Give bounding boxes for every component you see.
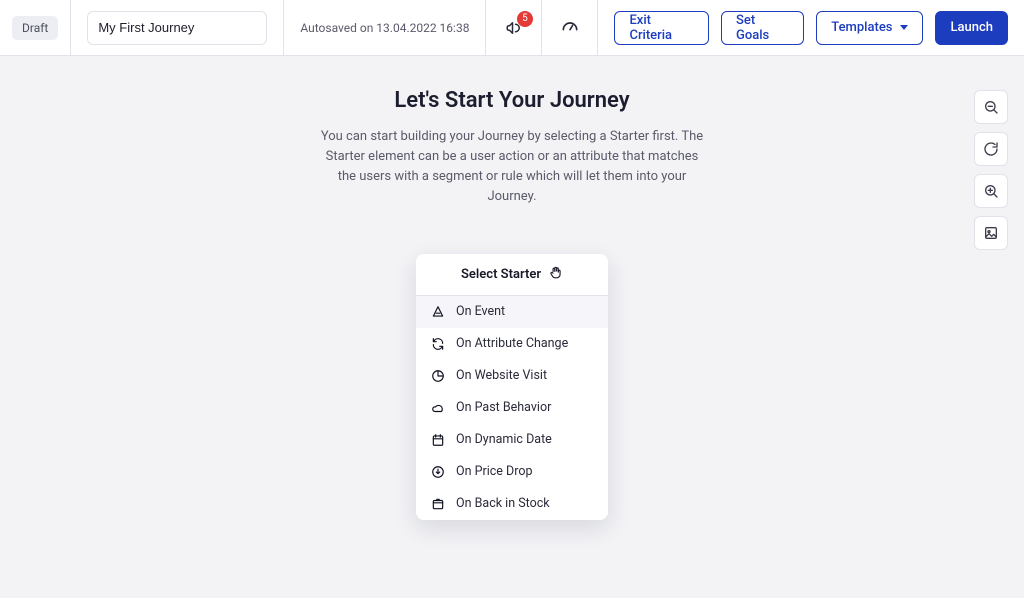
starter-option-label: On Dynamic Date bbox=[456, 432, 552, 447]
starter-option-on-event[interactable]: On Event bbox=[416, 296, 608, 328]
starter-option-label: On Back in Stock bbox=[456, 496, 550, 511]
event-icon bbox=[430, 304, 446, 320]
set-goals-label: Set Goals bbox=[736, 13, 789, 43]
export-image-button[interactable] bbox=[974, 216, 1008, 250]
canvas: Let's Start Your Journey You can start b… bbox=[0, 56, 1024, 598]
zoom-in-button[interactable] bbox=[974, 174, 1008, 208]
templates-button[interactable]: Templates bbox=[816, 11, 923, 45]
starter-header[interactable]: Select Starter bbox=[416, 254, 608, 296]
starter-option-on-price-drop[interactable]: On Price Drop bbox=[416, 456, 608, 488]
exit-criteria-label: Exit Criteria bbox=[629, 13, 694, 43]
cloud-icon bbox=[430, 400, 446, 416]
reset-view-button[interactable] bbox=[974, 132, 1008, 166]
journey-name-cell bbox=[71, 0, 284, 55]
exit-criteria-button[interactable]: Exit Criteria bbox=[614, 11, 709, 45]
notifications-button[interactable]: 5 bbox=[505, 19, 523, 37]
zoom-out-button[interactable] bbox=[974, 90, 1008, 124]
top-bar: Draft Autosaved on 13.04.2022 16:38 5 bbox=[0, 0, 1024, 56]
journey-name-input[interactable] bbox=[87, 11, 267, 45]
starter-option-label: On Website Visit bbox=[456, 368, 547, 383]
starter-option-on-back-in-stock[interactable]: On Back in Stock bbox=[416, 488, 608, 520]
page-title: Let's Start Your Journey bbox=[0, 88, 1024, 113]
speed-cell bbox=[542, 0, 598, 55]
starter-option-on-attribute-change[interactable]: On Attribute Change bbox=[416, 328, 608, 360]
top-actions: Exit Criteria Set Goals Templates Launch bbox=[598, 0, 1024, 55]
zoom-out-icon bbox=[983, 99, 999, 115]
canvas-toolstrip bbox=[974, 90, 1008, 250]
starter-list: On Event On Attribute Change bbox=[416, 296, 608, 520]
starter-card: Select Starter On Event bbox=[416, 254, 608, 520]
box-icon bbox=[430, 496, 446, 512]
status-badge: Draft bbox=[12, 16, 58, 40]
starter-header-label: Select Starter bbox=[461, 267, 541, 282]
starter-option-label: On Event bbox=[456, 304, 505, 319]
intro: Let's Start Your Journey You can start b… bbox=[0, 56, 1024, 208]
calendar-icon bbox=[430, 432, 446, 448]
starter-option-label: On Attribute Change bbox=[456, 336, 568, 351]
price-drop-icon bbox=[430, 464, 446, 480]
notification-count-badge: 5 bbox=[517, 11, 533, 27]
pie-chart-icon bbox=[430, 368, 446, 384]
templates-label: Templates bbox=[831, 20, 892, 35]
refresh-icon bbox=[983, 141, 999, 157]
zoom-in-icon bbox=[983, 183, 999, 199]
starter-option-on-past-behavior[interactable]: On Past Behavior bbox=[416, 392, 608, 424]
notifications-cell: 5 bbox=[486, 0, 542, 55]
autosave-cell: Autosaved on 13.04.2022 16:38 bbox=[284, 0, 486, 55]
starter-option-label: On Past Behavior bbox=[456, 400, 551, 415]
page-subtitle: You can start building your Journey by s… bbox=[317, 127, 707, 208]
grab-icon bbox=[549, 265, 563, 283]
launch-button[interactable]: Launch bbox=[935, 11, 1008, 45]
starter-option-label: On Price Drop bbox=[456, 464, 533, 479]
starter-option-on-dynamic-date[interactable]: On Dynamic Date bbox=[416, 424, 608, 456]
launch-label: Launch bbox=[950, 20, 993, 35]
status-cell: Draft bbox=[0, 0, 71, 55]
chevron-down-icon bbox=[900, 25, 908, 30]
gauge-icon[interactable] bbox=[560, 18, 580, 38]
starter-option-on-website-visit[interactable]: On Website Visit bbox=[416, 360, 608, 392]
image-icon bbox=[983, 225, 999, 241]
sync-icon bbox=[430, 336, 446, 352]
set-goals-button[interactable]: Set Goals bbox=[721, 11, 804, 45]
autosave-text: Autosaved on 13.04.2022 16:38 bbox=[300, 21, 469, 35]
